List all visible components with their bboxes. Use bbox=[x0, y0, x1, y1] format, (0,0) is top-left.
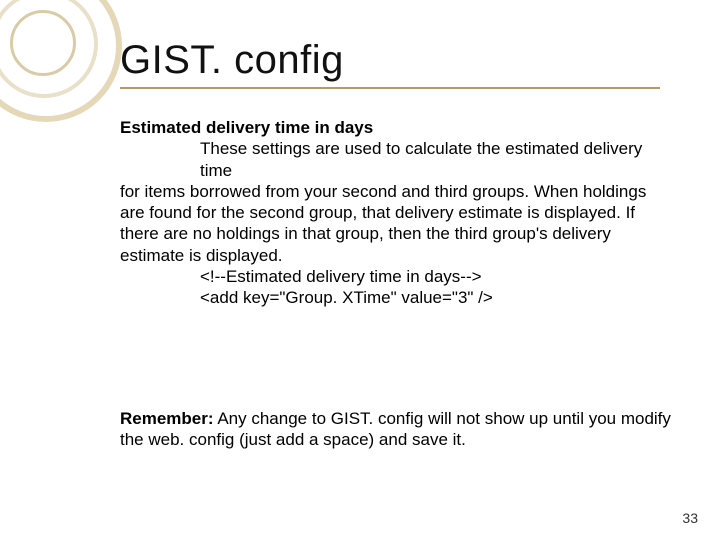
section-heading: Estimated delivery time in days bbox=[120, 118, 373, 137]
remember-block: Remember: Any change to GIST. config wil… bbox=[120, 408, 680, 451]
remember-label: Remember: bbox=[120, 409, 214, 428]
slide: GIST. config Estimated delivery time in … bbox=[0, 0, 720, 540]
body-text-block: Estimated delivery time in days These se… bbox=[120, 117, 670, 308]
code-comment-line: <!--Estimated delivery time in days--> bbox=[200, 266, 670, 287]
body-paragraph: for items borrowed from your second and … bbox=[120, 182, 646, 265]
body-intro-line: These settings are used to calculate the… bbox=[200, 138, 670, 181]
title-underline bbox=[120, 87, 660, 89]
code-add-line: <add key="Group. XTime" value="3" /> bbox=[200, 287, 670, 308]
slide-title: GIST. config bbox=[120, 38, 670, 83]
page-number: 33 bbox=[682, 510, 698, 526]
